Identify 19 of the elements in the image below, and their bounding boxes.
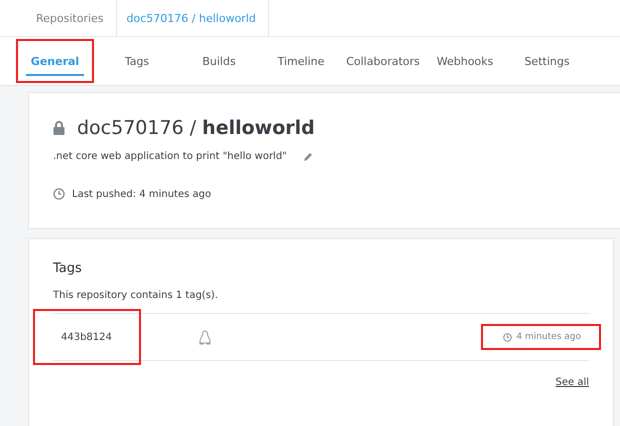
tag-name[interactable]: 443b8124: [35, 311, 139, 363]
breadcrumb-link[interactable]: Repositories: [26, 0, 117, 36]
see-all-link[interactable]: See all: [53, 377, 589, 388]
tab[interactable]: Tags: [96, 37, 178, 85]
tags-summary: This repository contains 1 tag(s).: [53, 290, 219, 301]
repository-title: doc570176 / helloworld: [77, 117, 315, 139]
clock-icon: [503, 332, 512, 342]
tab[interactable]: Timeline: [260, 37, 342, 85]
tags-heading: Tags: [53, 261, 83, 276]
tab[interactable]: Builds: [178, 37, 260, 85]
pencil-icon[interactable]: [302, 152, 313, 162]
tab[interactable]: Settings: [506, 37, 588, 85]
penguin-icon: [199, 330, 211, 344]
last-pushed-text: Last pushed: 4 minutes ago: [72, 188, 212, 200]
clock-icon: [53, 188, 65, 200]
tag-time-text: 4 minutes ago: [516, 332, 581, 342]
tab[interactable]: Collaborators: [342, 37, 424, 85]
repository-description: .net core web application to print "hello world": [53, 151, 287, 162]
tab[interactable]: Webhooks: [424, 37, 506, 85]
